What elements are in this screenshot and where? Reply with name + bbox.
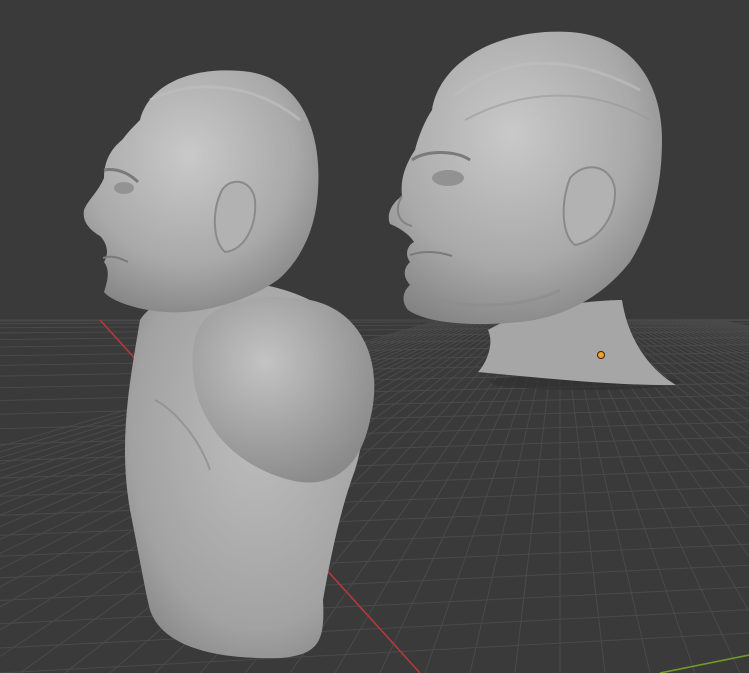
viewport-canvas[interactable] bbox=[0, 0, 749, 673]
object-origin-dot[interactable] bbox=[597, 351, 605, 359]
3d-viewport[interactable] bbox=[0, 0, 749, 673]
head-eye bbox=[432, 170, 464, 186]
bust-eye bbox=[114, 182, 134, 194]
